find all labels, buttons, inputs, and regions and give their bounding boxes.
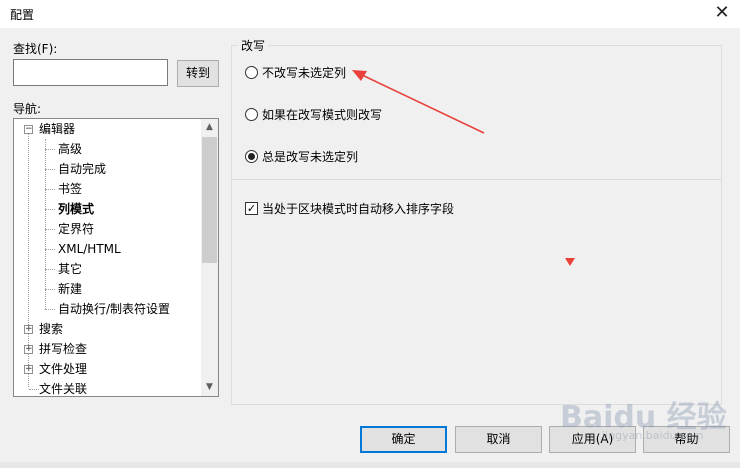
tree-connector: [45, 289, 55, 290]
group-separator: [232, 179, 721, 180]
radio-label-always-overwrite[interactable]: 总是改写未选定列: [262, 148, 358, 165]
auto-sort-checkbox[interactable]: ✓: [245, 202, 258, 215]
window-bottom-edge: [0, 462, 740, 468]
tree-item-column-mode[interactable]: 列模式: [58, 199, 94, 219]
tree-item-file-association[interactable]: 文件关联: [39, 379, 87, 396]
group-title: 改写: [238, 37, 269, 54]
scroll-up-icon[interactable]: ▲: [201, 119, 218, 136]
tree-connector: [29, 389, 39, 390]
tree-scrollbar[interactable]: ▲ ▼: [201, 119, 218, 396]
tree-item-spellcheck[interactable]: 拼写检查: [39, 339, 87, 359]
tree-item-file-handling[interactable]: 文件处理: [39, 359, 87, 379]
tree-connector: [45, 269, 55, 270]
scroll-down-icon[interactable]: ▼: [201, 379, 218, 396]
annotation-arrow-icon: [352, 70, 485, 134]
tree-connector: [45, 229, 55, 230]
tree-item-autocomplete[interactable]: 自动完成: [58, 159, 106, 179]
radio-overwrite-if-mode[interactable]: [245, 108, 258, 121]
tree-item-xml-html[interactable]: XML/HTML: [58, 239, 121, 259]
tree-connector: [45, 309, 55, 310]
scroll-thumb[interactable]: [202, 137, 217, 263]
tree-item-new[interactable]: 新建: [58, 279, 82, 299]
radio-label-no-overwrite[interactable]: 不改写未选定列: [262, 64, 346, 81]
cancel-button[interactable]: 取消: [455, 426, 542, 453]
tree-item-wordwrap-tabs[interactable]: 自动换行/制表符设置: [58, 299, 170, 319]
goto-button[interactable]: 转到: [177, 60, 219, 87]
auto-sort-label[interactable]: 当处于区块模式时自动移入排序字段: [262, 200, 454, 217]
tree-item-other[interactable]: 其它: [58, 259, 82, 279]
expand-icon[interactable]: +: [24, 345, 33, 354]
annotation-marker-icon: [565, 258, 575, 266]
nav-tree[interactable]: − 编辑器 高级 自动完成 书签 列模式 定界符 XML/HTML 其它 新建 …: [13, 118, 219, 397]
tree-item-search[interactable]: 搜索: [39, 319, 63, 339]
title-bar: [0, 0, 740, 28]
tree-item-delimiters[interactable]: 定界符: [58, 219, 94, 239]
tree-connector: [45, 139, 46, 309]
tree-connector: [45, 169, 55, 170]
expand-icon[interactable]: +: [24, 325, 33, 334]
tree-connector: [45, 249, 55, 250]
radio-dot-icon: [248, 153, 255, 160]
checkmark-icon: ✓: [246, 202, 257, 215]
find-input[interactable]: [13, 59, 168, 86]
radio-no-overwrite[interactable]: [245, 66, 258, 79]
find-label: 查找(F):: [13, 42, 58, 56]
collapse-icon[interactable]: −: [24, 125, 33, 134]
tree-connector: [45, 149, 55, 150]
tree-connector: [45, 189, 55, 190]
tree-item-bookmarks[interactable]: 书签: [58, 179, 82, 199]
ok-button[interactable]: 确定: [360, 426, 447, 453]
watermark-url: jingyan.baidu.com: [602, 429, 704, 442]
nav-label: 导航:: [13, 102, 42, 116]
close-icon[interactable]: ✕: [712, 3, 732, 23]
expand-icon[interactable]: +: [24, 365, 33, 374]
tree-item-editor[interactable]: 编辑器: [39, 119, 75, 139]
tree-item-advanced[interactable]: 高级: [58, 139, 82, 159]
radio-always-overwrite[interactable]: [245, 150, 258, 163]
window-title: 配置: [10, 8, 35, 22]
tree-connector: [45, 209, 55, 210]
